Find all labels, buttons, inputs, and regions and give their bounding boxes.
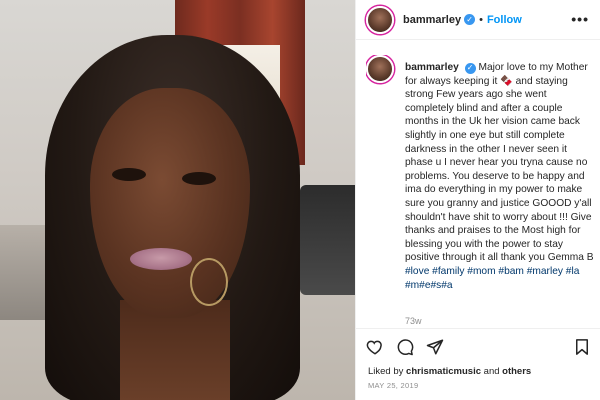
comment-icon[interactable] (396, 338, 414, 356)
caption-text: bammarley ✓ Major love to my Mother for … (405, 61, 594, 292)
caption-username[interactable]: bammarley (405, 62, 459, 73)
caption-hashtags[interactable]: #love #family #mom #bam #marley #la #m#e… (405, 266, 579, 291)
likes-line: Liked by chrismaticmusic and others (368, 366, 531, 377)
caption-body: Major love to my Mother for always keepi… (405, 62, 594, 264)
caption-avatar[interactable] (366, 55, 394, 83)
post-photo[interactable] (0, 0, 355, 400)
header-username[interactable]: bammarley (403, 14, 461, 26)
photo-left-eye (112, 168, 146, 181)
verified-badge-icon: ✓ (464, 62, 476, 74)
photo-right-eye (182, 172, 216, 185)
likes-and: and (483, 366, 500, 377)
caption-time: 73w (405, 316, 422, 326)
likes-prefix: Liked by (368, 366, 404, 377)
more-options-icon[interactable]: ••• (571, 11, 589, 27)
follow-button[interactable]: Follow (487, 14, 522, 26)
photo-lips (130, 248, 192, 270)
likes-others[interactable]: others (502, 366, 531, 377)
post-date: MAY 25, 2019 (368, 381, 419, 390)
photo-chair (300, 185, 355, 295)
post-header: bammarley ✓ • Follow ••• (356, 0, 600, 40)
avatar[interactable] (366, 5, 394, 34)
header-separator: • (479, 13, 483, 26)
caption-section: bammarley ✓ Major love to my Mother for … (366, 55, 594, 320)
photo-earring (190, 258, 228, 306)
action-bar (356, 328, 600, 366)
bookmark-icon[interactable] (573, 338, 591, 356)
share-icon[interactable] (426, 338, 444, 356)
verified-badge-icon: ✓ (464, 14, 476, 25)
heart-icon[interactable] (366, 338, 384, 356)
post-panel: bammarley ✓ • Follow ••• bammarley ✓ Maj… (355, 0, 600, 400)
likes-user[interactable]: chrismaticmusic (406, 366, 481, 377)
